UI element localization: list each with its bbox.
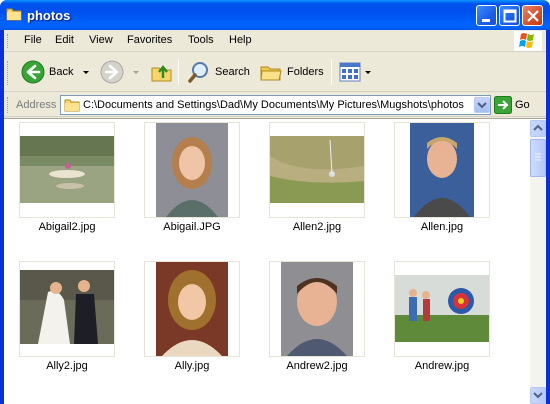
menu-grip[interactable] [7, 34, 10, 48]
back-dropdown-icon[interactable] [83, 71, 89, 74]
toolbar-grip[interactable] [7, 61, 10, 85]
go-label: Go [515, 99, 530, 111]
photo-thumbnail [410, 123, 474, 217]
up-folder-button[interactable] [150, 57, 174, 87]
back-label: Back [49, 66, 74, 78]
menu-help[interactable]: Help [229, 34, 252, 46]
file-name[interactable]: Ally.jpg [132, 360, 252, 372]
standard-toolbar: Back Search Folders [4, 53, 546, 92]
photo-thumbnail [395, 275, 489, 342]
thumbnail-ally2[interactable] [19, 261, 115, 357]
folders-label: Folders [287, 66, 324, 78]
menu-edit[interactable]: Edit [55, 34, 74, 46]
folder-icon [6, 8, 22, 21]
window-client: File Edit View Favorites Tools Help Back… [4, 30, 546, 404]
photo-thumbnail [270, 136, 364, 203]
views-dropdown-icon[interactable] [365, 71, 371, 74]
menu-bar: File Edit View Favorites Tools Help [4, 30, 546, 52]
photo-thumbnail [20, 270, 114, 344]
up-folder-icon [151, 65, 172, 82]
search-icon [188, 62, 208, 83]
minimize-button[interactable] [476, 5, 497, 26]
scroll-thumb[interactable] [530, 139, 546, 177]
thumbnail-allen2[interactable] [269, 122, 365, 218]
address-folder-icon [64, 99, 80, 112]
file-name[interactable]: Allen2.jpg [257, 221, 377, 233]
forward-button[interactable] [100, 57, 124, 87]
address-dropdown-button[interactable] [474, 97, 490, 113]
folders-button[interactable]: Folders [259, 57, 324, 87]
back-button[interactable]: Back [21, 57, 73, 87]
photo-thumbnail [281, 262, 353, 356]
file-name[interactable]: Abigail.JPG [132, 221, 252, 233]
address-label: Address [16, 99, 57, 111]
photo-thumbnail [156, 262, 228, 356]
go-arrow-icon [494, 96, 512, 114]
forward-arrow-icon [100, 60, 124, 84]
thumbnail-ally[interactable] [144, 261, 240, 357]
search-label: Search [215, 66, 250, 78]
maximize-icon [503, 9, 517, 23]
thumbnail-abigail[interactable] [144, 122, 240, 218]
file-view[interactable]: Abigail2.jpg Abigail.JPG Allen2.jpg Alle… [4, 118, 546, 404]
maximize-button[interactable] [499, 5, 520, 26]
back-arrow-icon [21, 60, 45, 84]
explorer-window: photos File Edit View Favorites Tools He… [0, 0, 550, 404]
grip-lines-icon [535, 153, 541, 161]
file-name[interactable]: Andrew2.jpg [257, 360, 377, 372]
close-button[interactable] [522, 5, 543, 26]
file-name[interactable]: Andrew.jpg [382, 360, 502, 372]
thumbnail-allen[interactable] [394, 122, 490, 218]
scroll-up-button[interactable] [530, 120, 546, 137]
chevron-down-icon [533, 392, 543, 399]
vertical-scrollbar[interactable] [530, 120, 546, 404]
chevron-up-icon [533, 124, 543, 131]
toolbar-separator [331, 59, 332, 85]
menu-tools[interactable]: Tools [188, 34, 214, 46]
photo-thumbnail [20, 136, 114, 203]
address-value[interactable]: C:\Documents and Settings\Dad\My Documen… [83, 99, 464, 111]
close-icon [527, 10, 539, 22]
menu-favorites[interactable]: Favorites [127, 34, 172, 46]
address-input[interactable]: C:\Documents and Settings\Dad\My Documen… [60, 95, 491, 115]
address-bar: Address C:\Documents and Settings\Dad\My… [4, 93, 546, 117]
file-name[interactable]: Allen.jpg [382, 221, 502, 233]
toolbar-separator [178, 59, 179, 85]
minimize-icon [482, 19, 490, 22]
address-grip[interactable] [7, 97, 10, 113]
scroll-down-button[interactable] [530, 387, 546, 404]
file-name[interactable]: Abigail2.jpg [7, 221, 127, 233]
thumbnail-andrew2[interactable] [269, 261, 365, 357]
forward-dropdown-icon[interactable] [133, 71, 139, 74]
window-title: photos [27, 8, 71, 23]
folders-icon [260, 66, 282, 81]
go-button[interactable]: Go [494, 95, 530, 115]
views-icon [339, 62, 361, 82]
thumbnail-andrew[interactable] [394, 261, 490, 357]
search-button[interactable]: Search [187, 57, 250, 87]
menu-file[interactable]: File [24, 34, 42, 46]
views-button[interactable] [338, 57, 362, 87]
title-bar[interactable]: photos [0, 0, 550, 30]
chevron-down-icon [477, 102, 487, 109]
thumbnail-abigail2[interactable] [19, 122, 115, 218]
file-name[interactable]: Ally2.jpg [7, 360, 127, 372]
photo-thumbnail [156, 123, 228, 217]
windows-logo [514, 31, 542, 51]
menu-view[interactable]: View [89, 34, 113, 46]
